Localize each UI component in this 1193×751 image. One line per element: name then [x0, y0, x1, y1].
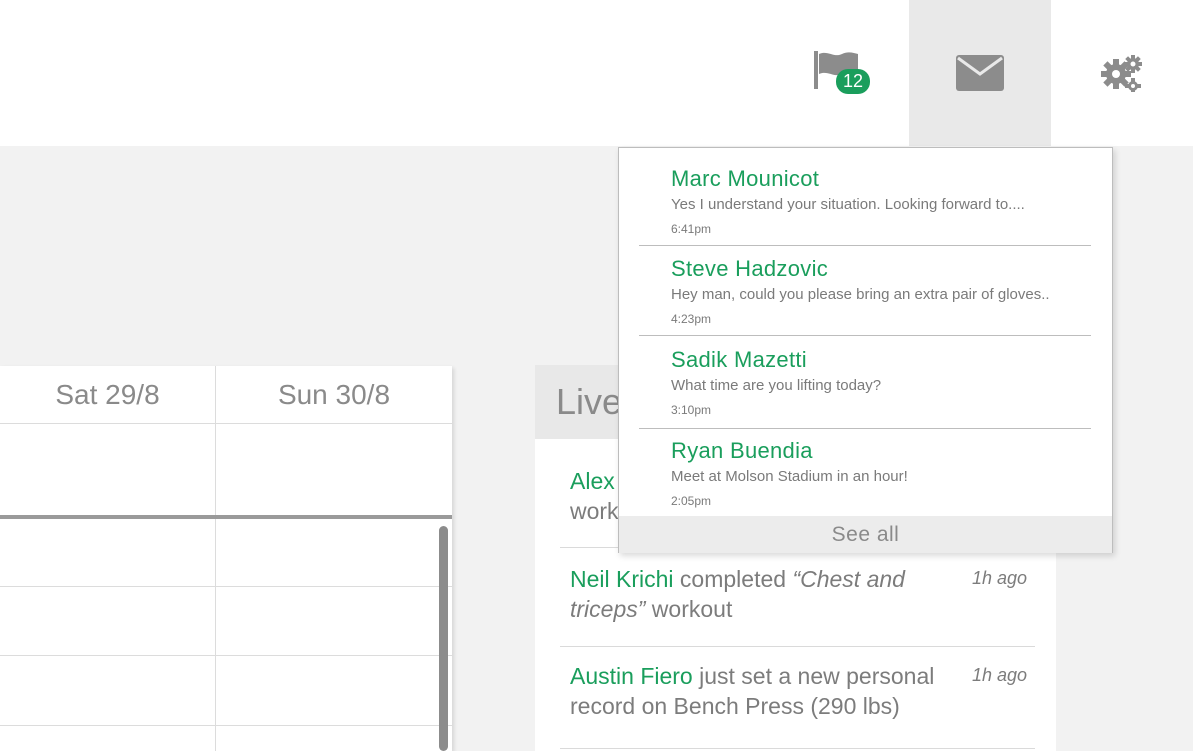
calendar-row-line: [0, 655, 452, 656]
message-time: 3:10pm: [671, 403, 712, 417]
message-time: 2:05pm: [671, 494, 712, 508]
envelope-icon: [956, 55, 1004, 91]
message-item[interactable]: Sadik Mazetti What time are you lifting …: [639, 336, 1091, 428]
feed-activity-text: completed: [673, 566, 793, 592]
message-item[interactable]: Marc Mounicot Yes I understand your situ…: [639, 148, 1091, 246]
notification-count-badge: 12: [836, 69, 870, 94]
feed-activity-text: work: [570, 498, 619, 524]
feed-user-name[interactable]: Neil Krichi: [570, 566, 674, 592]
message-preview: Yes I understand your situation. Looking…: [671, 196, 1025, 213]
calendar-row-line: [0, 725, 452, 726]
settings-button[interactable]: [1051, 0, 1193, 146]
message-sender: Ryan Buendia: [671, 438, 813, 463]
message-preview: Hey man, could you please bring an extra…: [671, 286, 1050, 303]
message-time: 4:23pm: [671, 312, 712, 326]
top-bar: 12: [0, 0, 1193, 146]
message-sender: Steve Hadzovic: [671, 256, 829, 281]
calendar-day-header-sun: Sun 30/8: [216, 366, 452, 424]
feed-user-name[interactable]: Alex: [570, 468, 615, 494]
current-time-line: [0, 515, 452, 519]
messages-dropdown: Marc Mounicot Yes I understand your situ…: [618, 147, 1113, 553]
calendar-day-header-sat: Sat 29/8: [0, 366, 215, 424]
gears-icon: [1101, 55, 1142, 92]
see-all-messages-button[interactable]: See all: [619, 516, 1112, 553]
calendar-row-line: [0, 586, 452, 587]
message-time: 6:41pm: [671, 222, 712, 236]
messages-button[interactable]: [909, 0, 1051, 146]
message-sender: Sadik Mazetti: [671, 347, 807, 372]
feed-timestamp: 1h ago: [971, 665, 1027, 685]
feed-timestamp: 1h ago: [971, 568, 1027, 588]
message-item[interactable]: Steve Hadzovic Hey man, could you please…: [639, 246, 1091, 336]
calendar-week: Sat 29/8 Sun 30/8: [0, 366, 452, 751]
feed-user-name[interactable]: Austin Fiero: [570, 663, 693, 689]
calendar-column-divider: [215, 366, 216, 751]
feed-item[interactable]: Neil Krichi completed “Chest and triceps…: [560, 548, 1035, 647]
message-preview: Meet at Molson Stadium in an hour!: [671, 468, 908, 485]
message-preview: What time are you lifting today?: [671, 377, 882, 394]
calendar-scrollbar[interactable]: [439, 526, 448, 751]
feed-activity-text: workout: [645, 596, 733, 622]
notifications-button[interactable]: 12: [775, 0, 909, 146]
message-sender: Marc Mounicot: [671, 166, 820, 191]
feed-item[interactable]: Austin Fiero just set a new personal rec…: [560, 647, 1035, 749]
message-item[interactable]: Ryan Buendia Meet at Molson Stadium in a…: [639, 429, 1091, 516]
